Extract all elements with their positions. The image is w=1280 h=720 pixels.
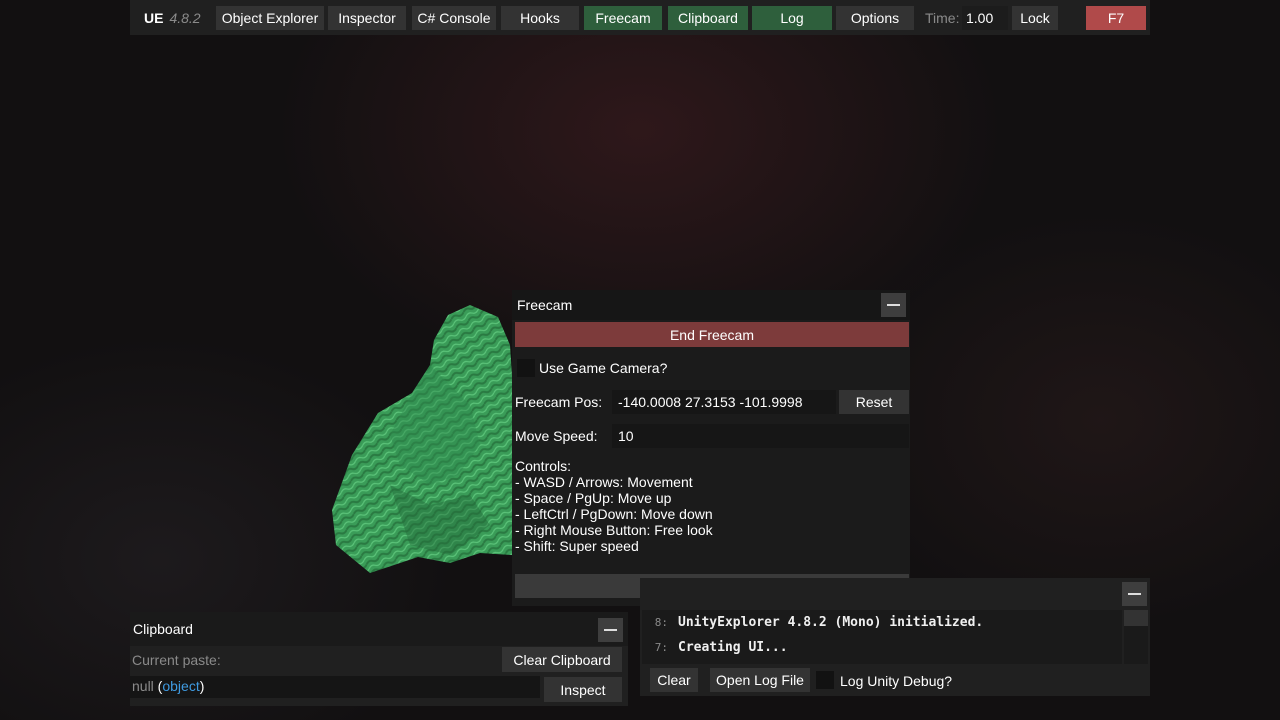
app-brand: UE xyxy=(144,10,164,26)
freecam-panel-header[interactable]: Freecam xyxy=(512,290,910,320)
nav-log-button[interactable]: Log xyxy=(752,6,832,30)
move-speed-label: Move Speed: xyxy=(515,428,598,444)
log-scrollbar-thumb[interactable] xyxy=(1124,610,1148,626)
log-line-text: UnityExplorer 4.8.2 (Mono) initialized. xyxy=(678,615,984,630)
log-minimize-button[interactable] xyxy=(1122,582,1147,606)
log-line: 7: Creating UI... xyxy=(642,635,788,660)
minimize-icon xyxy=(887,304,900,306)
log-unity-debug-label: Log Unity Debug? xyxy=(840,673,953,689)
controls-line: - Shift: Super speed xyxy=(515,538,639,554)
time-scale-input[interactable]: 1.00 xyxy=(962,6,1008,30)
controls-line: - Space / PgUp: Move up xyxy=(515,490,672,506)
time-lock-button[interactable]: Lock xyxy=(1012,6,1058,30)
app-title: UE 4.8.2 xyxy=(144,6,201,30)
clipboard-inspect-button[interactable]: Inspect xyxy=(544,677,622,702)
controls-line: - LeftCtrl / PgDown: Move down xyxy=(515,506,713,522)
clipboard-value-paren-close: ) xyxy=(199,678,205,694)
app-version: 4.8.2 xyxy=(169,10,201,26)
clipboard-panel-header[interactable]: Clipboard xyxy=(130,612,628,646)
clipboard-value-type-link[interactable]: object xyxy=(162,678,199,694)
log-line-number: 8: xyxy=(654,616,668,629)
log-line-text: Creating UI... xyxy=(678,640,788,655)
nav-freecam-button[interactable]: Freecam xyxy=(584,6,662,30)
end-freecam-button[interactable]: End Freecam xyxy=(515,322,909,347)
log-output[interactable]: 8: UnityExplorer 4.8.2 (Mono) initialize… xyxy=(642,610,1122,664)
clipboard-value: null (object) xyxy=(130,676,540,698)
freecam-panel: Freecam End Freecam Use Game Camera? Fre… xyxy=(512,290,910,606)
nav-hooks-button[interactable]: Hooks xyxy=(501,6,579,30)
use-game-camera-checkbox[interactable] xyxy=(517,359,535,377)
nav-csharp-console-button[interactable]: C# Console xyxy=(412,6,496,30)
freecam-controls-help: Controls: - WASD / Arrows: Movement - Sp… xyxy=(515,458,713,554)
minimize-icon xyxy=(604,629,617,631)
freecam-reset-button[interactable]: Reset xyxy=(839,390,909,414)
time-scale-label: Time: xyxy=(925,10,960,26)
top-navbar: UE 4.8.2 Object Explorer Inspector C# Co… xyxy=(130,0,1150,35)
clipboard-minimize-button[interactable] xyxy=(598,618,623,642)
freecam-pos-input[interactable]: -140.0008 27.3153 -101.9998 xyxy=(612,390,836,414)
log-line-number: 7: xyxy=(654,641,668,654)
clipboard-panel: Clipboard Current paste: Clear Clipboard… xyxy=(130,612,628,706)
minimize-icon xyxy=(1128,593,1141,595)
log-clear-button[interactable]: Clear xyxy=(650,668,698,692)
toggle-ui-key-button[interactable]: F7 xyxy=(1086,6,1146,30)
nav-object-explorer-button[interactable]: Object Explorer xyxy=(216,6,324,30)
use-game-camera-label: Use Game Camera? xyxy=(539,360,668,376)
clipboard-value-paren-open: ( xyxy=(153,678,163,694)
controls-line: - WASD / Arrows: Movement xyxy=(515,474,693,490)
controls-heading: Controls: xyxy=(515,458,572,474)
log-panel: 8: UnityExplorer 4.8.2 (Mono) initialize… xyxy=(640,578,1150,696)
open-log-file-button[interactable]: Open Log File xyxy=(710,668,810,692)
log-line: 8: UnityExplorer 4.8.2 (Mono) initialize… xyxy=(642,610,984,635)
clipboard-value-null: null xyxy=(132,678,154,694)
freecam-pos-label: Freecam Pos: xyxy=(515,394,603,410)
move-speed-input[interactable]: 10 xyxy=(612,424,909,448)
controls-line: - Right Mouse Button: Free look xyxy=(515,522,713,538)
nav-clipboard-button[interactable]: Clipboard xyxy=(668,6,748,30)
freecam-panel-title: Freecam xyxy=(517,297,573,313)
clear-clipboard-button[interactable]: Clear Clipboard xyxy=(502,647,622,672)
nav-inspector-button[interactable]: Inspector xyxy=(328,6,406,30)
log-scrollbar[interactable] xyxy=(1124,610,1148,664)
clipboard-panel-title: Clipboard xyxy=(133,621,193,637)
nav-options-button[interactable]: Options xyxy=(836,6,914,30)
green-rock-game-object xyxy=(332,305,512,573)
log-unity-debug-checkbox[interactable] xyxy=(816,671,834,689)
freecam-minimize-button[interactable] xyxy=(881,293,906,317)
current-paste-label: Current paste: xyxy=(132,652,221,668)
